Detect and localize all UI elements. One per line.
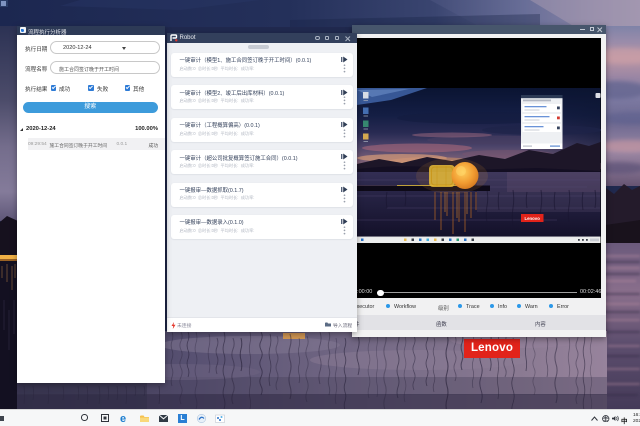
svg-text:Lenovo: Lenovo (525, 216, 541, 221)
